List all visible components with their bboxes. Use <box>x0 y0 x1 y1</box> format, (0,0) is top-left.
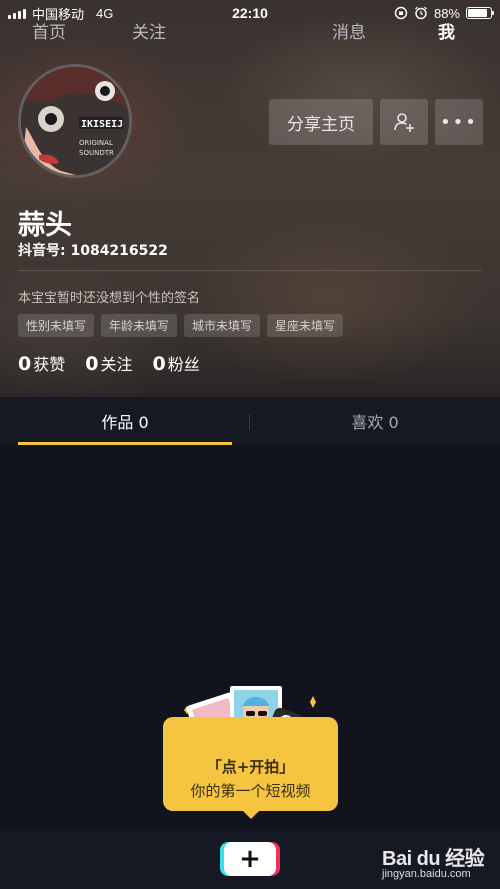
signature[interactable]: 本宝宝暂时还没想到个性的签名 <box>18 287 200 306</box>
add-user-icon <box>394 113 414 132</box>
watermark-brand: Bai du 经验 <box>382 848 485 870</box>
nav-messages[interactable]: 消息 <box>332 0 366 60</box>
divider <box>18 270 482 271</box>
stat-followers[interactable]: 0 粉丝 <box>153 351 200 375</box>
more-icon: ••• <box>440 111 478 133</box>
stat-followers-value: 0 <box>152 353 166 375</box>
orientation-lock-icon <box>394 6 408 20</box>
avatar-text-2: ORIGINAL <box>79 139 113 147</box>
status-bar: 中国移动 4G 22:10 88% <box>0 0 500 26</box>
stat-following-value: 0 <box>85 353 99 375</box>
create-video-button[interactable]: + <box>224 842 276 876</box>
avatar[interactable]: IKISEIJ ORIGINAL SOUNDTR <box>18 64 132 178</box>
tag-gender[interactable]: 性别未填写 <box>18 314 95 337</box>
share-profile-label: 分享主页 <box>287 114 355 135</box>
share-profile-button[interactable]: 分享主页 <box>269 99 373 145</box>
nickname: 蒜头 <box>18 210 72 241</box>
first-video-prompt[interactable]: 「点+开拍」 你的第一个短视频 <box>163 717 338 819</box>
prompt-subtitle: 你的第一个短视频 <box>190 782 311 800</box>
network-type: 4G <box>96 5 114 21</box>
stat-likes-value: 0 <box>18 353 32 375</box>
profile-tags: 性别未填写 年龄未填写 城市未填写 星座未填写 <box>18 314 344 337</box>
more-button[interactable]: ••• <box>435 99 483 145</box>
nav-follow[interactable]: 关注 <box>132 0 166 60</box>
plus-icon: + <box>239 844 261 874</box>
tab-divider <box>249 414 250 430</box>
alarm-icon <box>415 6 427 20</box>
tab-likes[interactable]: 喜欢 0 <box>250 397 500 445</box>
battery-icon <box>466 7 494 19</box>
stat-followers-label: 粉丝 <box>167 355 200 374</box>
stat-likes[interactable]: 0 获赞 <box>18 351 65 375</box>
stat-following-label: 关注 <box>100 355 133 374</box>
douyin-id: 抖音号: 1084216522 <box>18 243 168 259</box>
tag-city[interactable]: 城市未填写 <box>184 314 261 337</box>
baidu-jingyan-watermark: Bai du 经验 jingyan.baidu.com <box>382 838 500 889</box>
tab-works[interactable]: 作品 0 <box>0 397 250 445</box>
signal-icon <box>8 7 26 19</box>
stat-likes-label: 获赞 <box>33 355 66 374</box>
profile-stats: 0 获赞 0 关注 0 粉丝 <box>18 351 200 375</box>
add-friend-button[interactable] <box>380 99 428 145</box>
avatar-artwork: IKISEIJ ORIGINAL SOUNDTR <box>21 67 129 175</box>
nav-home[interactable]: 首页 <box>32 0 66 60</box>
prompt-title: 「点+开拍」 <box>206 758 295 776</box>
tag-age[interactable]: 年龄未填写 <box>101 314 178 337</box>
watermark-url: jingyan.baidu.com <box>382 868 471 880</box>
avatar-text-3: SOUNDTR <box>79 149 114 157</box>
profile-header-background <box>0 0 500 397</box>
tag-zodiac[interactable]: 星座未填写 <box>267 314 344 337</box>
avatar-text-1: IKISEIJ <box>81 119 123 130</box>
content-tabs: 作品 0 喜欢 0 <box>0 397 500 445</box>
stat-following[interactable]: 0 关注 <box>85 351 132 375</box>
nav-me[interactable]: 我 <box>438 0 455 60</box>
